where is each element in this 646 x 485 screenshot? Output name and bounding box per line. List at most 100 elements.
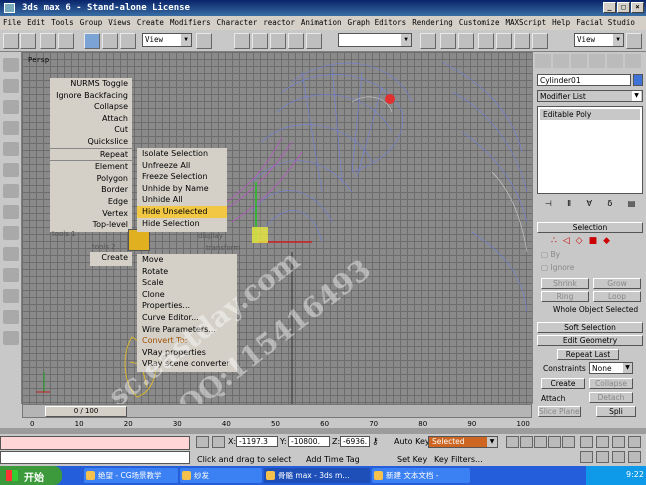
quad-item-unfreeze-all[interactable]: Unfreeze All [137,160,227,172]
quad-item-freeze-selection[interactable]: Freeze Selection [137,171,227,183]
y-coordinate-field[interactable]: -10800. [288,436,330,447]
show-end-result-icon[interactable]: Ⅱ [567,199,571,208]
object-color-swatch[interactable] [633,74,643,86]
menu-facial-studio[interactable]: Facial Studio [576,18,635,30]
lights-icon[interactable] [3,100,19,114]
soft-selection-rollout-header[interactable]: Soft Selection [537,322,643,333]
quad-item-nurms-toggle[interactable]: NURMS Toggle [50,78,132,90]
rotate-icon[interactable] [102,33,118,49]
create-button[interactable]: Create [541,378,585,389]
configure-sets-icon[interactable]: ▤ [628,199,636,208]
polygon-level-icon[interactable]: ■ [589,236,598,246]
quick-render-icon[interactable] [626,33,642,49]
quad-item-repeat[interactable]: Repeat [50,149,132,161]
play-icon[interactable] [534,436,547,448]
quad-item-cut[interactable]: Cut [50,124,132,136]
taskbar-item[interactable]: 新建 文本文档 - [372,468,470,483]
menu-graph-editors[interactable]: Graph Editors [347,18,406,30]
grow-button[interactable]: Grow [593,278,641,289]
border-level-icon[interactable]: ◇ [576,236,583,246]
selection-rollout-header[interactable]: Selection [537,222,643,233]
quad-item-unhide-by-name[interactable]: Unhide by Name [137,183,227,195]
repeat-last-button[interactable]: Repeat Last [557,349,619,360]
modifier-list-dropdown[interactable]: Modifier List ▼ [537,90,643,102]
quad-item-quickslice[interactable]: Quickslice [50,136,132,148]
constraints-dropdown[interactable]: None ▼ [589,362,633,374]
quad-item-create[interactable]: Create [90,252,132,264]
auto-key-button[interactable]: Auto Key [394,437,430,446]
element-level-icon[interactable]: ◆ [603,236,610,246]
previous-frame-icon[interactable] [520,436,533,448]
named-selection-dropdown[interactable]: ▼ [338,33,412,47]
helper-icon[interactable] [3,58,19,72]
select-region-icon[interactable] [58,33,74,49]
edit-geometry-rollout-header[interactable]: Edit Geometry [537,335,643,346]
time-slider-track[interactable]: 0 / 100 [22,404,532,418]
modeling-icon[interactable] [3,226,19,240]
menu-maxscript[interactable]: MAXScript [505,18,546,30]
quad-item-top-level[interactable]: Top-level [50,219,132,231]
start-button[interactable]: 开始 [0,466,62,485]
ignore-backfacing-checkbox[interactable]: ▢ Ignore [541,263,574,272]
taskbar-item[interactable]: 纱发 [180,468,262,483]
next-frame-icon[interactable] [548,436,561,448]
render-type-dropdown[interactable]: View ▼ [574,33,624,47]
remove-modifier-icon[interactable]: δ [607,199,612,208]
percent-snap-icon[interactable] [270,33,286,49]
quad-item-attach[interactable]: Attach [50,113,132,125]
quad-item-rotate[interactable]: Rotate [137,266,237,278]
compounds-icon[interactable] [3,163,19,177]
close-button[interactable]: × [631,2,644,13]
quad-item-element[interactable]: Element [50,161,132,173]
make-unique-icon[interactable]: ∀ [586,199,591,208]
attach-button[interactable]: Attach [541,394,565,403]
ring-button[interactable]: Ring [541,291,589,302]
collapse-button[interactable]: Collapse [589,378,633,389]
motion-tab-icon[interactable] [589,54,605,68]
quad-item-polygon[interactable]: Polygon [50,173,132,185]
shrink-button[interactable]: Shrink [541,278,589,289]
maxscript-listener-mini[interactable] [0,436,190,450]
set-key-button[interactable]: Set Key [397,455,427,464]
quad-item-unhide-all[interactable]: Unhide All [137,194,227,206]
render-scene-icon[interactable] [532,33,548,49]
menu-tools[interactable]: Tools [51,18,74,30]
slice-plane-button[interactable]: Slice Plane [538,406,581,417]
menu-character[interactable]: Character [217,18,258,30]
maxscript-input-mini[interactable] [0,451,190,464]
menu-customize[interactable]: Customize [459,18,500,30]
z-coordinate-field[interactable]: -6936. [340,436,370,447]
stack-item-editable-poly[interactable]: Editable Poly [540,109,640,120]
taskbar-item[interactable]: 绝望 - CG场景教学 [84,468,178,483]
menu-group[interactable]: Group [80,18,103,30]
vertex-level-icon[interactable]: ∴ [551,236,557,246]
quad-item-edge[interactable]: Edge [50,196,132,208]
quad-item-vertex[interactable]: Vertex [50,208,132,220]
edge-level-icon[interactable]: ◁ [563,236,570,246]
layer-manager-icon[interactable] [458,33,474,49]
add-time-tag-button[interactable]: Add Time Tag [306,455,360,464]
zoom-extents-all-icon[interactable] [628,436,641,448]
by-vertex-checkbox[interactable]: ▢ By [541,250,560,259]
display-tab-icon[interactable] [607,54,623,68]
zoom-all-icon[interactable] [596,436,609,448]
pivot-center-icon[interactable] [196,33,212,49]
menu-modifiers[interactable]: Modifiers [170,18,211,30]
lock-selection-icon[interactable] [196,436,209,448]
x-coordinate-field[interactable]: -1197.3 [236,436,278,447]
loop-button[interactable]: Loop [593,291,641,302]
curve-editor-icon[interactable] [478,33,494,49]
quad-item-isolate-selection[interactable]: Isolate Selection [137,148,227,160]
spinner-snap-icon[interactable] [288,33,304,49]
mirror-icon[interactable] [420,33,436,49]
menu-file[interactable]: File [3,18,21,30]
key-mode-dropdown[interactable]: Selected ▼ [428,436,498,448]
utilities-tab-icon[interactable] [625,54,641,68]
scale-icon[interactable] [120,33,136,49]
zoom-extents-icon[interactable] [612,436,625,448]
schematic-view-icon[interactable] [496,33,512,49]
menu-rendering[interactable]: Rendering [412,18,453,30]
arc-rotate-icon[interactable] [612,451,625,463]
character-icon[interactable] [3,310,19,324]
hierarchy-tab-icon[interactable] [571,54,587,68]
